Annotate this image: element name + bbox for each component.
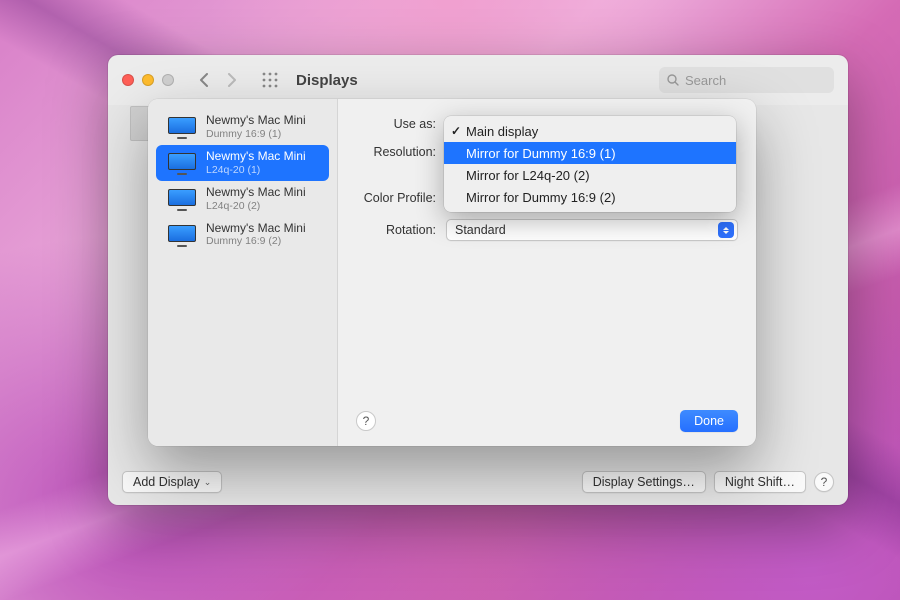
chevron-right-icon <box>227 73 237 87</box>
done-button[interactable]: Done <box>680 410 738 432</box>
display-list-sidebar: Newmy's Mac Mini Dummy 16:9 (1) Newmy's … <box>148 99 338 446</box>
display-name: Newmy's Mac Mini <box>206 186 306 200</box>
display-subtitle: Dummy 16:9 (2) <box>206 235 306 247</box>
search-placeholder: Search <box>685 73 726 88</box>
display-name: Newmy's Mac Mini <box>206 222 306 236</box>
sidebar-item-display-2[interactable]: Newmy's Mac Mini L24q-20 (2) <box>156 181 329 217</box>
minimize-icon[interactable] <box>142 74 154 86</box>
window-bottom-bar: Add Display ⌄ Display Settings… Night Sh… <box>122 461 834 493</box>
color-profile-label: Color Profile: <box>356 191 436 205</box>
search-icon <box>667 74 679 86</box>
display-icon <box>168 117 196 137</box>
show-all-button[interactable] <box>258 69 282 91</box>
dropdown-item-label: Mirror for Dummy 16:9 (1) <box>466 146 616 161</box>
help-button[interactable]: ? <box>814 472 834 492</box>
resolution-label: Resolution: <box>356 145 436 159</box>
sidebar-item-display-0[interactable]: Newmy's Mac Mini Dummy 16:9 (1) <box>156 109 329 145</box>
display-settings-button[interactable]: Display Settings… <box>582 471 706 493</box>
dropdown-item-label: Mirror for Dummy 16:9 (2) <box>466 190 616 205</box>
add-display-button[interactable]: Add Display ⌄ <box>122 471 222 493</box>
chevron-down-icon: ⌄ <box>204 477 212 488</box>
dropdown-knob-icon <box>718 222 734 238</box>
question-icon: ? <box>821 475 828 489</box>
display-icon <box>168 189 196 209</box>
window-controls <box>122 74 174 86</box>
dropdown-item-mirror-1[interactable]: Mirror for L24q-20 (2) <box>444 164 736 186</box>
rotation-label: Rotation: <box>356 223 436 237</box>
display-name: Newmy's Mac Mini <box>206 114 306 128</box>
sidebar-item-display-3[interactable]: Newmy's Mac Mini Dummy 16:9 (2) <box>156 217 329 253</box>
use-as-label: Use as: <box>356 117 436 131</box>
navigation-buttons <box>192 69 244 91</box>
sheet-help-button[interactable]: ? <box>356 411 376 431</box>
back-button[interactable] <box>192 69 216 91</box>
forward-button[interactable] <box>220 69 244 91</box>
question-icon: ? <box>363 414 370 428</box>
close-icon[interactable] <box>122 74 134 86</box>
window-title: Displays <box>296 72 358 89</box>
dropdown-item-label: Main display <box>466 124 538 139</box>
add-display-label: Add Display <box>133 475 200 489</box>
dropdown-item-mirror-0[interactable]: Mirror for Dummy 16:9 (1) <box>444 142 736 164</box>
display-icon <box>168 153 196 173</box>
display-settings-label: Display Settings… <box>593 475 695 489</box>
search-field[interactable]: Search <box>659 67 834 93</box>
display-subtitle: L24q-20 (2) <box>206 200 306 212</box>
night-shift-label: Night Shift… <box>725 475 795 489</box>
display-subtitle: Dummy 16:9 (1) <box>206 128 306 140</box>
done-label: Done <box>694 414 724 428</box>
display-icon <box>168 225 196 245</box>
dropdown-item-label: Mirror for L24q-20 (2) <box>466 168 590 183</box>
rotation-row: Rotation: Standard <box>356 219 738 241</box>
zoom-icon <box>162 74 174 86</box>
rotation-select[interactable]: Standard <box>446 219 738 241</box>
window-toolbar: Displays Search <box>108 55 848 105</box>
use-as-dropdown-menu: Main display Mirror for Dummy 16:9 (1) M… <box>444 116 736 212</box>
dropdown-item-main-display[interactable]: Main display <box>444 120 736 142</box>
sidebar-item-display-1[interactable]: Newmy's Mac Mini L24q-20 (1) <box>156 145 329 181</box>
display-subtitle: L24q-20 (1) <box>206 164 306 176</box>
grid-icon <box>262 72 278 88</box>
display-name: Newmy's Mac Mini <box>206 150 306 164</box>
dropdown-item-mirror-2[interactable]: Mirror for Dummy 16:9 (2) <box>444 186 736 208</box>
sheet-footer: ? Done <box>356 410 738 432</box>
night-shift-button[interactable]: Night Shift… <box>714 471 806 493</box>
chevron-left-icon <box>199 73 209 87</box>
rotation-value: Standard <box>455 223 506 237</box>
